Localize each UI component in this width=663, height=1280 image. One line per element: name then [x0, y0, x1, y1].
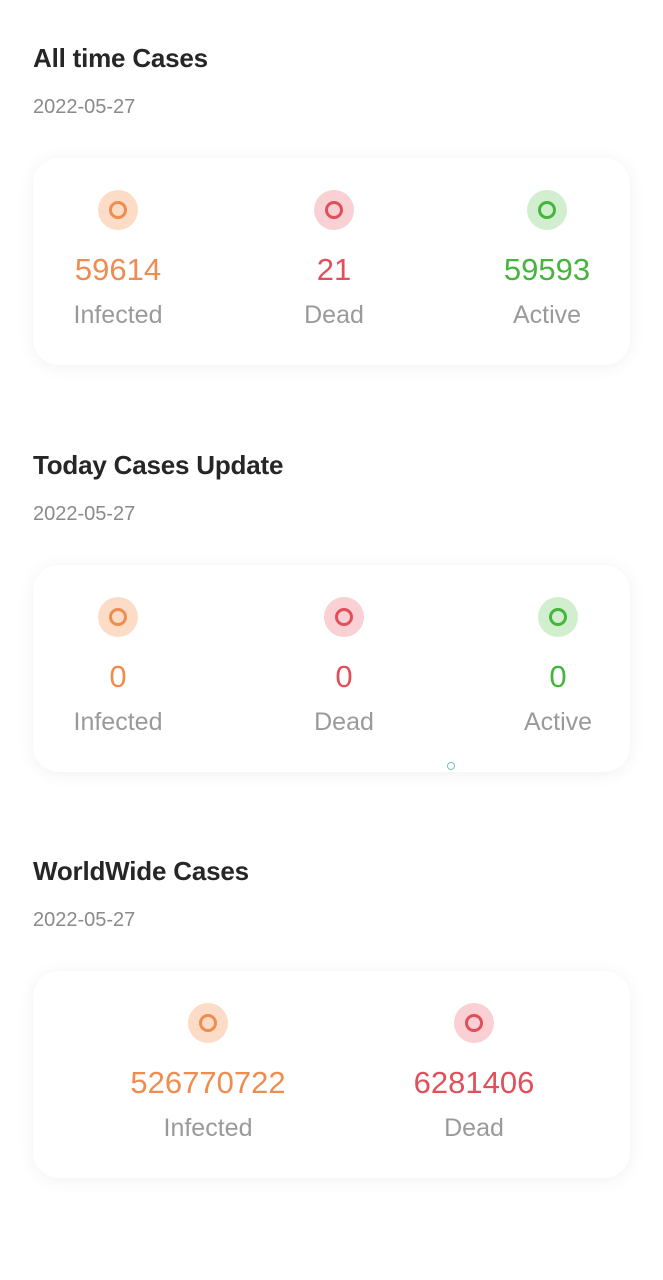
worldwide-infected-label: Infected: [163, 1114, 253, 1142]
today-infected-label: Infected: [73, 708, 163, 736]
worldwide-infected-value: 526770722: [130, 1065, 286, 1100]
worldwide-title: WorldWide Cases: [33, 856, 249, 886]
worldwide-dead-stat: 6281406 Dead: [379, 971, 569, 1178]
today-dead-label: Dead: [314, 708, 374, 736]
today-card: 0 Infected 0 Dead 0 Active: [33, 565, 630, 772]
worldwide-dead-value: 6281406: [413, 1065, 535, 1100]
scroll-indicator: [447, 762, 455, 770]
today-active-label: Active: [523, 708, 593, 736]
all-time-active-label: Active: [512, 301, 582, 329]
infected-indicator-icon: [98, 597, 138, 637]
all-time-infected-label: Infected: [73, 301, 163, 329]
today-section: Today Cases Update 2022-05-27 0 Infected…: [33, 445, 630, 772]
all-time-infected-value: 59614: [74, 252, 162, 287]
all-time-active-stat: 59593 Active: [462, 158, 632, 365]
today-active-value: 0: [549, 659, 567, 694]
worldwide-dead-label: Dead: [444, 1114, 504, 1142]
dead-indicator-icon: [324, 597, 364, 637]
worldwide-infected-stat: 526770722 Infected: [113, 971, 303, 1178]
all-time-date: 2022-05-27: [33, 96, 136, 118]
worldwide-section: WorldWide Cases 2022-05-27 526770722 Inf…: [33, 851, 630, 1178]
worldwide-card: 526770722 Infected 6281406 Dead: [33, 971, 630, 1178]
infected-indicator-icon: [188, 1003, 228, 1043]
dead-indicator-icon: [454, 1003, 494, 1043]
all-time-dead-value: 21: [316, 252, 352, 287]
today-dead-stat: 0 Dead: [259, 565, 429, 772]
today-title: Today Cases Update: [33, 450, 284, 480]
today-infected-stat: 0 Infected: [33, 565, 203, 772]
all-time-active-value: 59593: [503, 252, 591, 287]
all-time-section: All time Cases 2022-05-27 59614 Infected…: [33, 38, 630, 365]
active-indicator-icon: [538, 597, 578, 637]
all-time-dead-label: Dead: [304, 301, 364, 329]
dead-indicator-icon: [314, 190, 354, 230]
infected-indicator-icon: [98, 190, 138, 230]
all-time-card: 59614 Infected 21 Dead 59593 Active: [33, 158, 630, 365]
all-time-dead-stat: 21 Dead: [249, 158, 419, 365]
active-indicator-icon: [527, 190, 567, 230]
all-time-infected-stat: 59614 Infected: [33, 158, 203, 365]
all-time-title: All time Cases: [33, 43, 208, 73]
today-infected-value: 0: [109, 659, 127, 694]
today-dead-value: 0: [335, 659, 353, 694]
today-active-stat: 0 Active: [473, 565, 643, 772]
worldwide-date: 2022-05-27: [33, 909, 136, 931]
today-date: 2022-05-27: [33, 503, 136, 525]
